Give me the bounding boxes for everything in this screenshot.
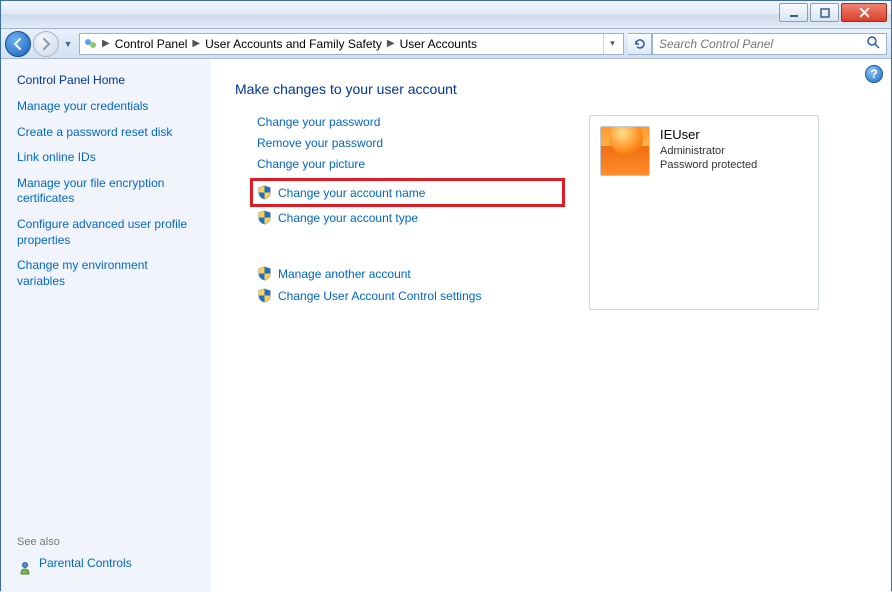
nav-history-dropdown[interactable]: ▼ — [61, 31, 75, 57]
action-link[interactable]: Manage another account — [278, 267, 411, 281]
user-card: IEUser Administrator Password protected — [589, 115, 819, 310]
close-button[interactable] — [841, 3, 887, 22]
user-info: IEUser Administrator Password protected — [660, 126, 757, 173]
shield-icon — [257, 288, 272, 303]
sidebar-link-parental-controls[interactable]: Parental Controls — [39, 556, 132, 572]
action-remove-password[interactable]: Remove your password — [257, 136, 565, 150]
minimize-button[interactable] — [779, 3, 808, 22]
breadcrumb-separator: ▶ — [190, 38, 202, 49]
breadcrumb-separator: ▶ — [385, 38, 397, 49]
action-link[interactable]: Remove your password — [257, 136, 383, 150]
action-link[interactable]: Change your picture — [257, 157, 365, 171]
action-change-password[interactable]: Change your password — [257, 115, 565, 129]
nav-back-button[interactable] — [5, 31, 31, 57]
sidebar: Control Panel Home Manage your credentia… — [1, 59, 211, 592]
action-link[interactable]: Change your account name — [278, 186, 425, 200]
action-manage-another-account[interactable]: Manage another account — [257, 266, 565, 281]
action-change-uac-settings[interactable]: Change User Account Control settings — [257, 288, 565, 303]
main-content: ? Make changes to your user account Chan… — [211, 59, 891, 592]
address-dropdown[interactable]: ▾ — [603, 34, 621, 54]
sidebar-link-online-ids[interactable]: Link online IDs — [17, 150, 199, 166]
page-heading: Make changes to your user account — [235, 81, 867, 97]
user-role: Administrator — [660, 144, 757, 159]
action-link[interactable]: Change your password — [257, 115, 380, 129]
parental-controls-icon — [17, 560, 33, 579]
user-name: IEUser — [660, 126, 757, 144]
navbar: ▼ ▶ Control Panel ▶ User Accounts and Fa… — [1, 29, 891, 59]
avatar — [600, 126, 650, 176]
shield-icon — [257, 210, 272, 225]
sidebar-link-password-reset[interactable]: Create a password reset disk — [17, 125, 199, 141]
action-change-account-name[interactable]: Change your account name — [250, 178, 565, 207]
breadcrumb-item[interactable]: Control Panel — [112, 37, 191, 51]
account-actions: Change your password Remove your passwor… — [235, 115, 565, 310]
sidebar-link-credentials[interactable]: Manage your credentials — [17, 99, 199, 115]
user-protection: Password protected — [660, 158, 757, 173]
search-box[interactable] — [652, 33, 887, 55]
sidebar-home-link[interactable]: Control Panel Home — [17, 73, 199, 87]
breadcrumb-item[interactable]: User Accounts and Family Safety — [202, 37, 385, 51]
refresh-button[interactable] — [628, 33, 652, 55]
sidebar-link-encryption-certificates[interactable]: Manage your file encryption certificates — [17, 176, 199, 207]
breadcrumb-separator: ▶ — [100, 38, 112, 49]
breadcrumb-item[interactable]: User Accounts — [397, 37, 480, 51]
action-link[interactable]: Change your account type — [278, 211, 418, 225]
titlebar — [1, 1, 891, 29]
shield-icon — [257, 266, 272, 281]
action-link[interactable]: Change User Account Control settings — [278, 289, 481, 303]
shield-icon — [257, 185, 272, 200]
maximize-button[interactable] — [810, 3, 839, 22]
help-icon[interactable]: ? — [865, 65, 883, 83]
see-also-label: See also — [17, 536, 199, 548]
sidebar-link-profile-properties[interactable]: Configure advanced user profile properti… — [17, 217, 199, 248]
search-icon[interactable] — [866, 35, 880, 52]
search-input[interactable] — [659, 37, 866, 51]
address-bar[interactable]: ▶ Control Panel ▶ User Accounts and Fami… — [79, 33, 624, 55]
action-change-picture[interactable]: Change your picture — [257, 157, 565, 171]
nav-forward-button[interactable] — [33, 31, 59, 57]
sidebar-link-environment-variables[interactable]: Change my environment variables — [17, 258, 199, 289]
action-change-account-type[interactable]: Change your account type — [257, 210, 565, 225]
control-panel-icon — [82, 35, 100, 53]
